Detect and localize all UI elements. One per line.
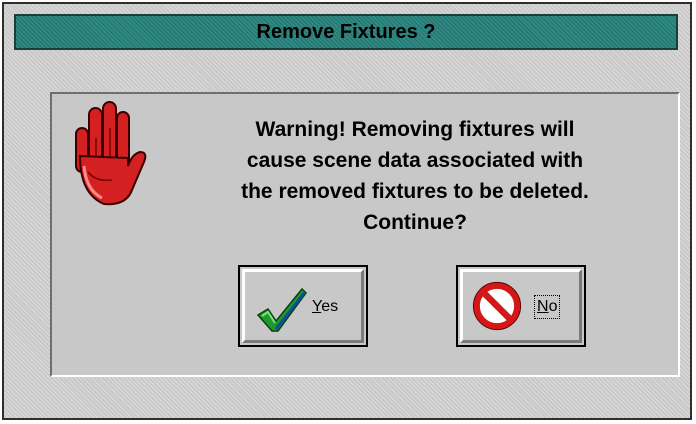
message-line: cause scene data associated with — [246, 149, 584, 172]
yes-button-label: Yes — [312, 298, 339, 315]
dialog-title-bar[interactable]: Remove Fixtures ? — [14, 14, 678, 50]
dialog-title: Remove Fixtures ? — [256, 21, 436, 43]
prohibited-icon — [472, 281, 522, 331]
stop-hand-icon — [75, 101, 147, 206]
yes-button[interactable]: Yes — [238, 265, 368, 347]
no-button-label: No — [533, 295, 561, 319]
no-button[interactable]: No — [456, 265, 586, 347]
message-line: Continue? — [363, 211, 467, 234]
warning-message: Warning! Removing fixtures will cause sc… — [180, 114, 650, 238]
checkmark-icon — [256, 287, 307, 332]
message-line: the removed fixtures to be deleted. — [241, 180, 589, 203]
message-line: Warning! Removing fixtures will — [255, 118, 575, 141]
